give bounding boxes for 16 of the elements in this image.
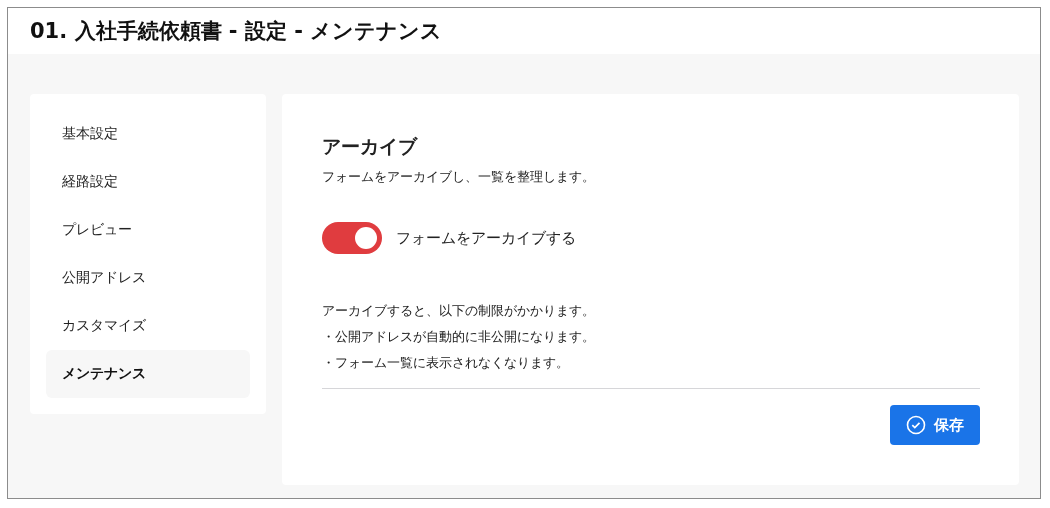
note-text: ・公開アドレスが自動的に非公開になります。 <box>322 328 596 346</box>
sidebar-item[interactable]: 経路設定 <box>46 158 250 206</box>
sidebar-item[interactable]: カスタマイズ <box>46 302 250 350</box>
section-description: フォームをアーカイブし、一覧を整理します。 <box>322 168 596 186</box>
page-title: 01. 入社手続依頼書 - 設定 - メンテナンス <box>30 18 443 45</box>
note-text: アーカイブすると、以下の制限がかかります。 <box>322 302 596 320</box>
section-title: アーカイブ <box>322 134 419 159</box>
note-text: ・フォーム一覧に表示されなくなります。 <box>322 354 570 372</box>
toggle-switch[interactable] <box>322 222 382 254</box>
sidebar-item[interactable]: プレビュー <box>46 206 250 254</box>
sidebar-item[interactable]: 公開アドレス <box>46 254 250 302</box>
check-circle-icon <box>906 415 926 435</box>
sidebar-item[interactable]: メンテナンス <box>46 350 250 398</box>
save-button[interactable]: 保存 <box>890 405 980 445</box>
sidebar-item[interactable]: 基本設定 <box>46 110 250 158</box>
toggle-label: フォームをアーカイブする <box>396 228 576 248</box>
